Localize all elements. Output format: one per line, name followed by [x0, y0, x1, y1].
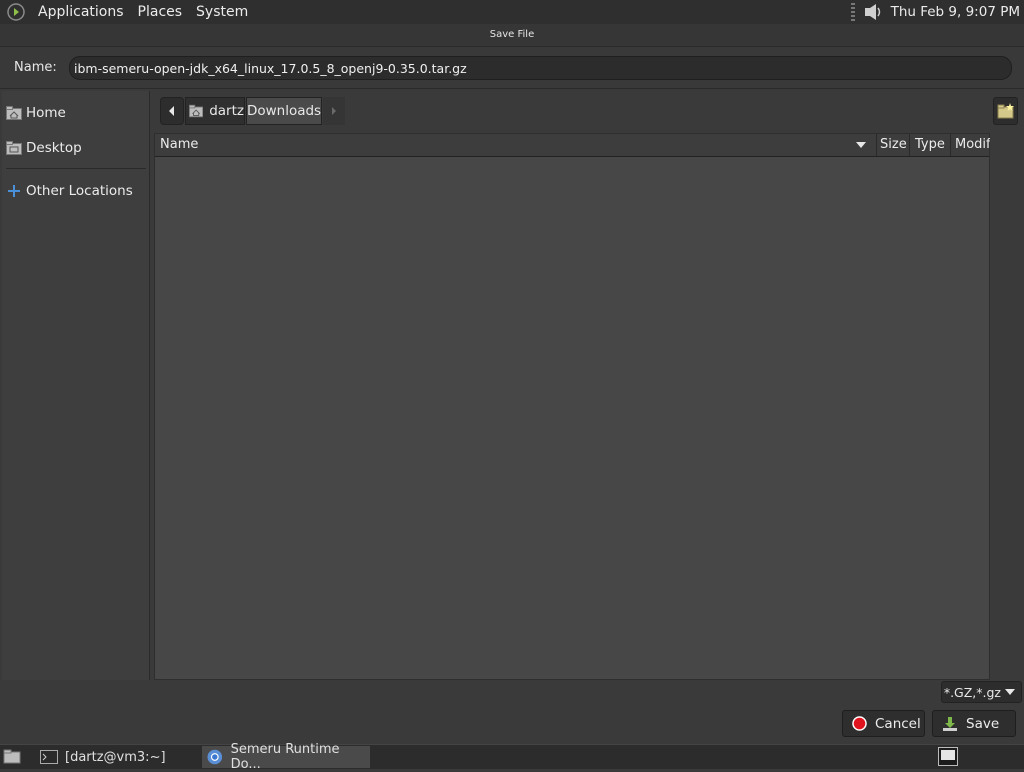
save-button[interactable]: Save: [932, 710, 1016, 737]
column-name[interactable]: Name: [160, 134, 198, 156]
sidebar-item-desktop[interactable]: Desktop: [6, 137, 82, 159]
taskbar-item-label: [dartz@vm3:~]: [65, 749, 166, 765]
sort-descending-icon[interactable]: [856, 142, 866, 148]
file-type-filter[interactable]: *.GZ,*.gz: [941, 681, 1022, 703]
chevron-right-icon: [332, 107, 336, 115]
chrome-icon: [207, 749, 223, 765]
divider: [0, 88, 1024, 89]
create-folder-button[interactable]: [993, 97, 1018, 125]
top-panel: Applications Places System Thu Feb 9, 9:…: [0, 0, 1024, 24]
places-sidebar: Home Desktop Other Locations: [2, 91, 150, 680]
workspace-switcher-icon[interactable]: [938, 747, 958, 766]
system-menu[interactable]: System: [189, 4, 255, 20]
cancel-button[interactable]: Cancel: [842, 710, 925, 737]
path-segment-downloads[interactable]: Downloads: [246, 97, 322, 125]
new-folder-icon: [997, 103, 1014, 119]
taskbar-item-browser[interactable]: Semeru Runtime Do...: [202, 742, 370, 772]
sidebar-item-label: Other Locations: [26, 183, 133, 199]
column-size[interactable]: Size: [880, 134, 907, 156]
places-menu[interactable]: Places: [131, 4, 190, 20]
column-separator: [876, 134, 877, 156]
cancel-label: Cancel: [875, 715, 921, 732]
show-desktop-icon[interactable]: [3, 748, 21, 764]
panel-handle-icon: [850, 3, 855, 21]
column-modified[interactable]: Modif: [955, 134, 991, 156]
desktop-folder-icon: [6, 141, 22, 155]
column-separator: [909, 134, 910, 156]
filename-input[interactable]: [69, 56, 1012, 80]
save-label: Save: [966, 715, 1000, 732]
path-forward-button[interactable]: [323, 97, 345, 125]
taskbar-item-terminal[interactable]: [dartz@vm3:~]: [36, 746, 196, 768]
applications-menu[interactable]: Applications: [31, 4, 131, 20]
dialog-title: Save File: [0, 24, 1024, 47]
column-separator: [950, 134, 951, 156]
sidebar-item-label: Desktop: [26, 140, 82, 156]
taskbar: [dartz@vm3:~] Semeru Runtime Do...: [0, 742, 1024, 772]
cancel-icon: [852, 716, 867, 731]
filter-value: *.GZ,*.gz: [943, 684, 1001, 700]
panel-tray: Thu Feb 9, 9:07 PM: [850, 0, 1020, 24]
sidebar-item-other-locations[interactable]: Other Locations: [6, 180, 133, 202]
path-segment-label: Downloads: [246, 103, 322, 119]
home-folder-icon: [6, 106, 22, 120]
file-list-gutter: [990, 133, 1024, 680]
home-folder-icon: [189, 104, 204, 118]
sidebar-divider: [6, 168, 146, 169]
plus-icon: [8, 185, 20, 197]
distro-logo-icon[interactable]: [7, 3, 25, 21]
path-back-button[interactable]: [160, 97, 184, 125]
sidebar-item-home[interactable]: Home: [6, 102, 66, 124]
save-download-icon: [943, 716, 957, 731]
column-type[interactable]: Type: [915, 134, 945, 156]
file-list[interactable]: Name Size Type Modif: [154, 133, 991, 680]
volume-icon[interactable]: [863, 2, 885, 22]
clock[interactable]: Thu Feb 9, 9:07 PM: [891, 4, 1020, 20]
terminal-icon: [40, 750, 58, 764]
name-label: Name:: [14, 60, 57, 75]
name-row: Name:: [0, 47, 1024, 89]
file-list-header: Name Size Type Modif: [155, 134, 991, 157]
path-segment-home[interactable]: dartz: [185, 97, 245, 125]
sidebar-item-label: Home: [26, 105, 66, 121]
chevron-left-icon: [169, 106, 174, 116]
chevron-down-icon: [1005, 689, 1015, 695]
path-segment-label: dartz: [209, 103, 244, 119]
